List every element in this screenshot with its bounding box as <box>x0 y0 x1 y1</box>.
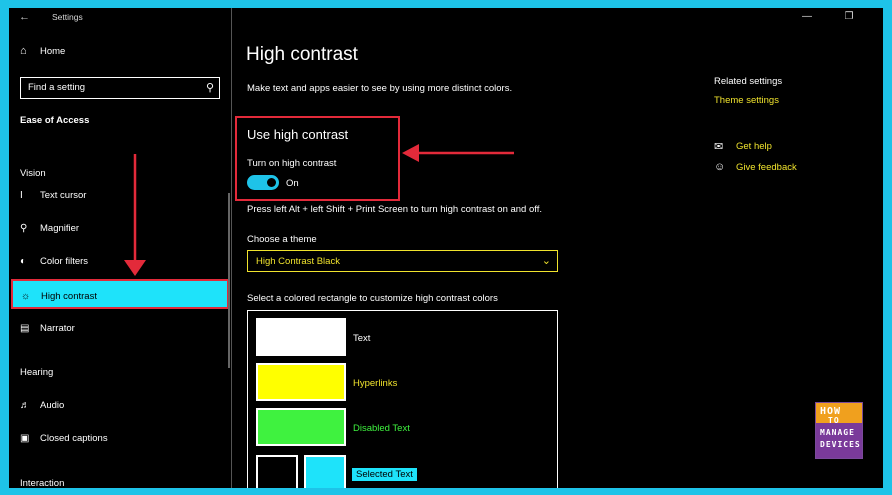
disabled-text-color-label: Disabled Text <box>353 423 410 434</box>
logo-line4: DEVICES <box>820 440 861 449</box>
toggle-state: On <box>286 178 299 189</box>
get-help-link[interactable]: ✉ Get help <box>714 140 772 153</box>
sidebar-item-magnifier[interactable]: ⚲ Magnifier <box>20 217 79 239</box>
text-color-label: Text <box>353 333 371 344</box>
magnifier-icon: ⚲ <box>20 222 28 234</box>
color-preview-panel: Text Hyperlinks Disabled Text Selected T… <box>247 310 558 488</box>
chevron-down-icon: ⌄ <box>541 255 551 267</box>
text-color-swatch[interactable] <box>256 318 346 356</box>
shortcut-hint: Press left Alt + left Shift + Print Scre… <box>247 204 543 215</box>
sidebar-divider <box>231 8 232 488</box>
group-label-vision: Vision <box>20 168 46 179</box>
sidebar-item-label: Narrator <box>40 322 75 334</box>
disabled-text-color-swatch[interactable] <box>256 408 346 446</box>
restore-icon[interactable]: ❐ <box>842 10 856 24</box>
search-icon[interactable]: ⚲ <box>206 81 214 94</box>
hyperlinks-color-label: Hyperlinks <box>353 378 398 389</box>
sidebar-item-narrator[interactable]: ▤ Narrator <box>20 317 75 339</box>
toggle-section-heading: Use high contrast <box>247 127 349 142</box>
sidebar-item-label: Text cursor <box>40 189 87 201</box>
sidebar-item-color-filters[interactable]: ◐ Color filters <box>20 250 88 272</box>
sidebar-item-label: Closed captions <box>40 432 108 444</box>
group-label-hearing: Hearing <box>20 367 54 378</box>
hyperlinks-color-swatch[interactable] <box>256 363 346 401</box>
annotation-arrow-left-head <box>402 144 419 162</box>
get-help-label: Get help <box>736 141 772 152</box>
theme-selected-value: High Contrast Black <box>256 256 340 267</box>
theme-label: Choose a theme <box>247 234 317 245</box>
home-icon: ⌂ <box>20 45 27 57</box>
give-feedback-label: Give feedback <box>736 161 797 173</box>
section-title: Ease of Access <box>20 115 90 126</box>
sidebar-item-label: Color filters <box>40 255 89 267</box>
page-description: Make text and apps easier to see by usin… <box>247 83 513 94</box>
sidebar-item-closed-captions[interactable]: ▣ Closed captions <box>20 427 108 449</box>
high-contrast-icon: ☼ <box>21 290 31 302</box>
sidebar-item-audio[interactable]: ♬ Audio <box>20 394 64 416</box>
group-label-interaction: Interaction <box>20 478 65 488</box>
toggle-label: Turn on high contrast <box>247 158 337 169</box>
sidebar-scrollbar[interactable] <box>228 193 230 368</box>
captions-icon: ▣ <box>20 432 30 444</box>
color-filters-icon: ◐ <box>20 255 27 267</box>
customize-colors-label: Select a colored rectangle to customize … <box>247 293 498 304</box>
logo-line2: TO <box>828 416 840 425</box>
speaker-icon: ♬ <box>20 399 30 411</box>
sidebar-item-text-cursor[interactable]: I Text cursor <box>20 184 86 206</box>
toggle-knob <box>267 178 276 187</box>
selected-text-label: Selected Text <box>352 468 417 481</box>
narrator-icon: ▤ <box>20 322 30 334</box>
theme-settings-link[interactable]: Theme settings <box>714 95 779 106</box>
minimize-icon[interactable]: — <box>800 10 814 24</box>
sidebar-item-label: Magnifier <box>40 222 80 234</box>
text-cursor-icon: I <box>20 189 23 201</box>
theme-dropdown[interactable]: High Contrast Black ⌄ <box>247 250 558 272</box>
sidebar: ⌂ Home Find a setting ⚲ Ease of Access V… <box>9 8 231 488</box>
sidebar-item-label: Audio <box>40 399 65 411</box>
sidebar-item-home[interactable]: ⌂ Home <box>20 45 65 57</box>
selected-text-bg-swatch[interactable] <box>256 455 298 488</box>
feedback-icon: ☺ <box>714 161 726 173</box>
search-input[interactable]: Find a setting ⚲ <box>20 77 220 99</box>
sidebar-item-label: Home <box>40 45 66 57</box>
give-feedback-link[interactable]: ☺ Give feedback <box>714 161 797 173</box>
related-settings-title: Related settings <box>714 76 783 87</box>
high-contrast-toggle[interactable] <box>247 175 279 190</box>
page-title: High contrast <box>246 44 358 65</box>
search-placeholder: Find a setting <box>28 82 86 93</box>
chat-bubbles-icon: ✉ <box>714 141 724 153</box>
logo-line3: MANAGE <box>820 428 855 437</box>
sidebar-item-label: High contrast <box>41 290 97 302</box>
settings-window: ← Settings — ❐ ⌂ Home Find a setting ⚲ E… <box>9 8 883 488</box>
sidebar-item-high-contrast[interactable]: ☼ High contrast <box>11 279 229 309</box>
how-to-manage-devices-logo: HOW TO MANAGE DEVICES <box>815 402 863 459</box>
selected-text-color-swatch[interactable] <box>304 455 346 488</box>
